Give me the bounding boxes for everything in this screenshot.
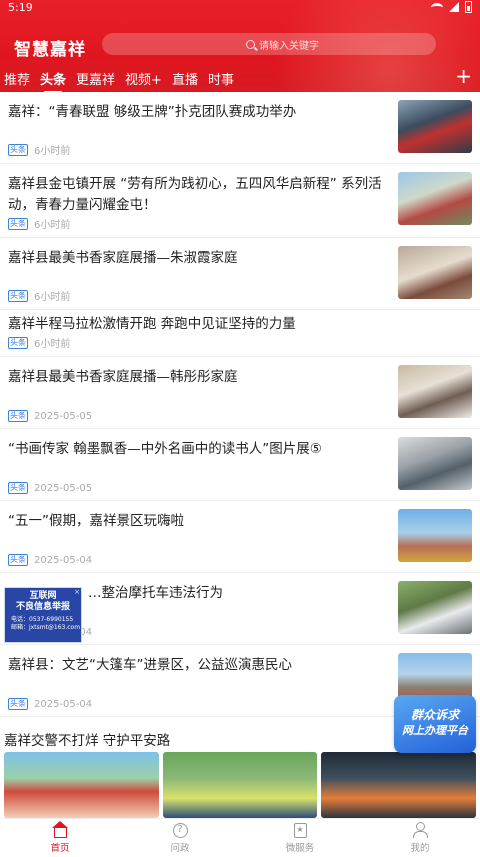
news-time: 6小时前 [34,292,71,303]
news-title: 嘉祥半程马拉松激情开跑 奔跑中见证坚持的力量 [8,316,296,332]
news-meta: 头条 6小时前 [8,288,70,303]
news-meta: 头条 6小时前 [8,142,70,157]
nav-services[interactable]: ★ 微服务 [240,819,360,857]
news-meta: 头条 2025-05-04 [8,554,92,566]
signal-icon [449,2,459,12]
headline-tag: 头条 [8,217,28,230]
home-icon [51,820,68,838]
tab-live[interactable]: 直播 [172,69,198,88]
feature-image[interactable] [4,752,159,818]
news-thumbnail [398,172,472,225]
news-title: …整治摩托车违法行为 [88,585,223,601]
ad-line2: 不良信息举报 [15,602,70,612]
headline-tag: 头条 [8,554,28,566]
news-thumbnail [398,581,472,634]
news-item[interactable]: 嘉祥：“青春联盟 够级王牌”扑克团队赛成功举办 头条 6小时前 [0,92,480,164]
wifi-icon [431,2,443,12]
news-thumbnail [398,365,472,418]
ad-line1: 互联网 [29,591,57,601]
nav-me[interactable]: 我的 [360,819,480,857]
search-bar[interactable]: 请输入关键字 [102,33,436,55]
news-item[interactable]: 嘉祥半程马拉松激情开跑 奔跑中见证坚持的力量 头条 6小时前 [0,310,480,357]
system-icons [431,1,472,13]
ad-phone: 电话：0537-6990155 [11,616,74,623]
headline-tag: 头条 [8,143,28,156]
headline-tag: 头条 [8,410,28,422]
news-item[interactable]: 嘉祥县最美书香家庭展播—朱淑霞家庭 头条 6小时前 [0,238,480,310]
headline-tag: 头条 [8,482,28,494]
ad-email: 邮箱：jxtsmt@163.com [11,624,81,631]
news-meta: 头条 2025-05-05 [8,482,92,494]
news-item[interactable]: 嘉祥县最美书香家庭展播—韩彤彤家庭 头条 2025-05-05 [0,357,480,429]
add-channel-icon[interactable]: + [455,66,472,86]
news-meta: 头条 6小时前 [8,335,70,350]
news-title: 嘉祥县：文艺“大篷车”进景区，公益巡演惠民心 [8,657,292,673]
news-time: 2025-05-05 [34,482,93,494]
nav-home[interactable]: 首页 [0,819,120,857]
headline-tag: 头条 [8,289,28,302]
nav-services-label: 微服务 [285,842,315,854]
headline-tag: 头条 [8,336,28,349]
news-title: 嘉祥县最美书香家庭展播—韩彤彤家庭 [8,369,238,385]
status-bar: 5:19 [0,0,480,16]
tab-more-jiaxiang[interactable]: 更嘉祥 [76,69,115,88]
news-thumbnail [398,100,472,153]
petition-platform-button[interactable]: 群众诉求 网上办理平台 [394,695,476,753]
service-icon: ★ [293,822,307,838]
petition-line2: 网上办理平台 [402,724,468,737]
headline-tag: 头条 [8,698,28,710]
question-icon: ? [172,822,188,838]
feature-image[interactable] [321,752,477,818]
news-time: 2025-05-04 [34,698,93,710]
news-title: “书画传家 翰墨飘香—中外名画中的读书人”图片展⑤ [8,441,322,457]
news-time: 6小时前 [34,220,71,231]
news-title: 嘉祥县最美书香家庭展播—朱淑霞家庭 [8,250,238,266]
close-icon[interactable]: × [74,587,80,598]
tab-video[interactable]: 视频+ [125,69,162,88]
tab-recommend[interactable]: 推荐 [4,69,30,88]
user-icon [412,822,428,838]
news-thumbnail [398,437,472,490]
nav-inquiry-label: 问政 [170,842,190,854]
app-header: 5:19 智慧嘉祥 请输入关键字 推荐 头条 更嘉祥 视频+ 直播 时事 + [0,0,480,92]
news-meta: 头条 6小时前 [8,216,70,231]
news-item[interactable]: 嘉祥县金屯镇开展 “劳有所为践初心，五四风华启新程” 系列活动，青春力量闪耀金屯… [0,164,480,238]
news-time: 6小时前 [34,339,71,350]
bottom-nav: 首页 ? 问政 ★ 微服务 我的 [0,818,480,857]
news-time: 2025-05-05 [34,410,93,422]
battery-icon [465,1,472,13]
news-meta: 头条 2025-05-05 [8,410,92,422]
app-title: 智慧嘉祥 [14,40,86,60]
nav-inquiry[interactable]: ? 问政 [120,819,240,857]
nav-home-label: 首页 [50,842,70,854]
news-thumbnail [398,246,472,299]
news-thumbnail [398,509,472,562]
news-meta: 头条 2025-05-04 [8,698,92,710]
news-item[interactable]: “五一”假期，嘉祥景区玩嗨啦 头条 2025-05-04 [0,501,480,573]
news-item[interactable]: “书画传家 翰墨飘香—中外名画中的读书人”图片展⑤ 头条 2025-05-05 [0,429,480,501]
search-placeholder: 请输入关键字 [259,40,319,52]
news-title: “五一”假期，嘉祥景区玩嗨啦 [8,513,184,529]
tab-headlines[interactable]: 头条 [40,69,66,92]
channel-tabs: 推荐 头条 更嘉祥 视频+ 直播 时事 + [0,66,480,92]
status-time: 5:19 [8,1,33,14]
feature-images[interactable] [4,752,477,818]
news-title: 嘉祥：“青春联盟 够级王牌”扑克团队赛成功举办 [8,104,297,120]
news-title: 嘉祥县金屯镇开展 “劳有所为践初心，五四风华启新程” 系列活动，青春力量闪耀金屯… [8,176,382,213]
tab-current-affairs[interactable]: 时事 [208,69,234,88]
petition-line1: 群众诉求 [410,708,459,722]
news-time: 6小时前 [34,146,71,157]
feature-title[interactable]: 嘉祥交警不打烊 守护平安路 [4,729,170,749]
report-ad-banner[interactable]: × 互联网 不良信息举报 电话：0537-6990155 邮箱：jxtsmt@1… [4,587,82,643]
news-time: 2025-05-04 [34,554,93,566]
feature-image[interactable] [162,752,318,818]
search-icon [246,39,255,49]
nav-me-label: 我的 [410,843,430,854]
